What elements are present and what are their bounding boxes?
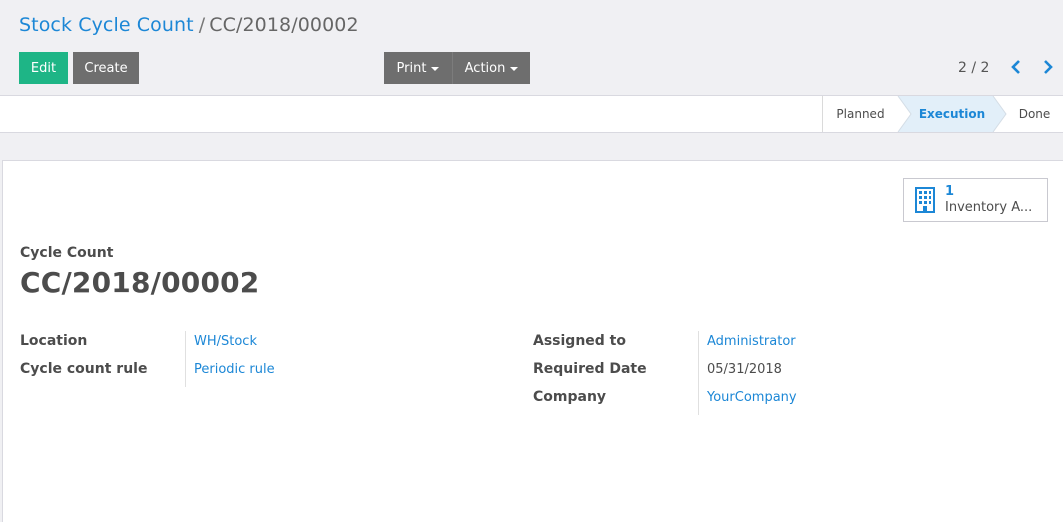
stage-planned[interactable]: Planned	[822, 96, 898, 132]
action-button-label: Action	[464, 60, 506, 76]
inventory-adjustments-smart-button[interactable]: 1 Inventory A...	[903, 178, 1048, 222]
building-icon	[915, 187, 935, 213]
cycle-count-rule-field[interactable]: Periodic rule	[194, 362, 275, 377]
control-panel: Stock Cycle Count / CC/2018/00002 Edit Cre…	[0, 0, 1063, 96]
action-dropdown-button[interactable]: Action	[452, 52, 530, 84]
record-type-label: Cycle Count	[20, 245, 114, 261]
company-label: Company	[533, 389, 607, 405]
caret-down-icon	[431, 67, 440, 71]
edit-button-label: Edit	[30, 60, 57, 76]
pager-value: 2 / 2	[958, 60, 990, 76]
breadcrumb: Stock Cycle Count / CC/2018/00002	[19, 14, 359, 36]
required-date-field: 05/31/2018	[707, 362, 782, 377]
stage-planned-label: Planned	[836, 107, 885, 121]
required-date-label: Required Date	[533, 361, 647, 377]
caret-down-icon	[510, 67, 519, 71]
print-dropdown-button[interactable]: Print	[384, 52, 452, 84]
breadcrumb-parent-link[interactable]: Stock Cycle Count	[19, 14, 194, 36]
chevron-left-icon[interactable]	[1008, 58, 1026, 76]
stage-done-label: Done	[1018, 107, 1051, 121]
location-label: Location	[20, 333, 88, 349]
breadcrumb-separator: /	[198, 14, 206, 36]
chevron-right-icon[interactable]	[1040, 58, 1058, 76]
print-button-label: Print	[396, 60, 427, 76]
cycle-count-rule-label: Cycle count rule	[20, 361, 148, 377]
company-field[interactable]: YourCompany	[707, 390, 797, 405]
smart-button-label: Inventory A...	[945, 200, 1033, 215]
smart-button-count: 1	[945, 184, 955, 199]
edit-button[interactable]: Edit	[19, 52, 68, 84]
breadcrumb-current: CC/2018/00002	[209, 14, 359, 36]
assigned-to-field[interactable]: Administrator	[707, 334, 796, 349]
record-title: CC/2018/00002	[20, 266, 260, 299]
stage-execution-label: Execution	[918, 107, 986, 121]
create-button[interactable]: Create	[73, 52, 139, 84]
create-button-label: Create	[84, 60, 128, 76]
status-bar: Planned Execution Done	[0, 96, 1063, 133]
assigned-to-label: Assigned to	[533, 333, 626, 349]
field-divider	[185, 331, 186, 387]
stage-execution[interactable]: Execution	[898, 96, 1006, 132]
location-field[interactable]: WH/Stock	[194, 334, 257, 349]
field-divider	[698, 331, 699, 415]
stage-done[interactable]: Done	[1006, 96, 1063, 132]
